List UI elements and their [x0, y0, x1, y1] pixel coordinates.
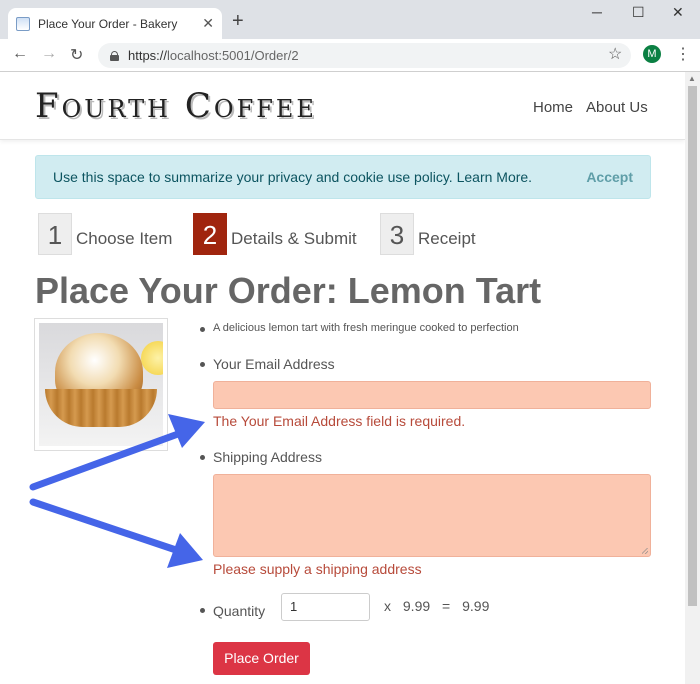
reload-icon[interactable]: ↻ — [70, 45, 83, 65]
shipping-label: Shipping Address — [213, 449, 322, 465]
shipping-error-message: Please supply a shipping address — [213, 561, 422, 577]
quantity-label: Quantity — [213, 603, 266, 619]
url-scheme: https:// — [128, 48, 168, 63]
step-label: Details & Submit — [231, 229, 357, 248]
maximize-icon[interactable]: ☐ — [632, 4, 645, 21]
equals-symbol: = — [442, 598, 451, 614]
browser-toolbar: ← → ↻ https:// localhost:5001/Order/2 ☆ … — [0, 39, 700, 72]
bookmark-star-icon[interactable]: ☆ — [608, 44, 622, 64]
browser-chrome: Place Your Order - Bakery ✕ + ─ ☐ ✕ ← → … — [0, 0, 700, 72]
site-logo[interactable]: Fourth Coffee — [35, 86, 317, 126]
email-error-message: The Your Email Address field is required… — [213, 413, 466, 429]
email-label: Your Email Address — [213, 356, 335, 372]
step-number: 2 — [193, 213, 227, 255]
scrollbar-thumb[interactable] — [688, 86, 697, 606]
page-favicon-icon — [16, 16, 30, 31]
nav-about-link[interactable]: About Us — [586, 99, 648, 116]
new-tab-button[interactable]: + — [232, 10, 244, 33]
minimize-icon[interactable]: ─ — [592, 4, 602, 20]
nav-home-link[interactable]: Home — [533, 99, 573, 116]
tab-title: Place Your Order - Bakery — [38, 16, 178, 31]
step-label: Receipt — [418, 229, 476, 248]
cookie-accept-button[interactable]: Accept — [586, 156, 633, 198]
close-window-icon[interactable]: ✕ — [672, 4, 684, 21]
step-3: 3 Receipt — [380, 213, 476, 255]
step-label: Choose Item — [76, 229, 173, 248]
step-number: 1 — [38, 213, 72, 255]
bullet-icon — [200, 455, 205, 460]
browser-menu-icon[interactable]: ⋮ — [675, 44, 691, 64]
profile-avatar[interactable]: M — [643, 45, 661, 63]
bullet-icon — [200, 362, 205, 367]
page-scrollbar[interactable]: ▲ — [685, 72, 700, 684]
email-field[interactable] — [213, 381, 651, 409]
product-image — [34, 318, 168, 451]
place-order-button[interactable]: Place Order — [213, 642, 310, 675]
forward-icon[interactable]: → — [41, 45, 57, 63]
site-header: Fourth Coffee Home About Us — [0, 72, 685, 140]
cookie-consent-banner: Use this space to summarize your privacy… — [35, 155, 651, 199]
arrow-to-shipping-error — [29, 498, 203, 568]
lock-icon — [110, 50, 119, 61]
cookie-text: Use this space to summarize your privacy… — [53, 169, 533, 185]
page-viewport: Fourth Coffee Home About Us Use this spa… — [0, 72, 700, 684]
quantity-input[interactable]: 1 — [281, 593, 370, 621]
price-calculation: x 9.99 = 9.99 — [384, 598, 497, 614]
scroll-up-icon[interactable]: ▲ — [688, 74, 696, 83]
step-2-active: 2 Details & Submit — [193, 213, 357, 255]
resize-handle-icon[interactable] — [642, 548, 648, 554]
tart-crust-graphic — [45, 389, 157, 427]
url-path: localhost:5001/Order/2 — [167, 48, 299, 63]
address-bar[interactable]: https:// localhost:5001/Order/2 — [98, 43, 631, 68]
page-title: Place Your Order: Lemon Tart — [35, 270, 542, 311]
tab-close-icon[interactable]: ✕ — [202, 15, 214, 32]
browser-tab[interactable]: Place Your Order - Bakery ✕ — [8, 8, 222, 39]
shipping-address-textarea[interactable] — [213, 474, 651, 557]
total-price: 9.99 — [462, 598, 490, 614]
back-icon[interactable]: ← — [12, 45, 28, 63]
step-number: 3 — [380, 213, 414, 255]
unit-price: 9.99 — [402, 598, 431, 614]
lemon-tart-photo — [39, 323, 163, 446]
lemon-slice-graphic — [141, 341, 163, 375]
bullet-icon — [200, 608, 205, 613]
product-description: A delicious lemon tart with fresh mering… — [213, 322, 519, 334]
bullet-icon — [200, 327, 205, 332]
times-symbol: x — [384, 598, 391, 614]
step-1: 1 Choose Item — [38, 213, 172, 255]
